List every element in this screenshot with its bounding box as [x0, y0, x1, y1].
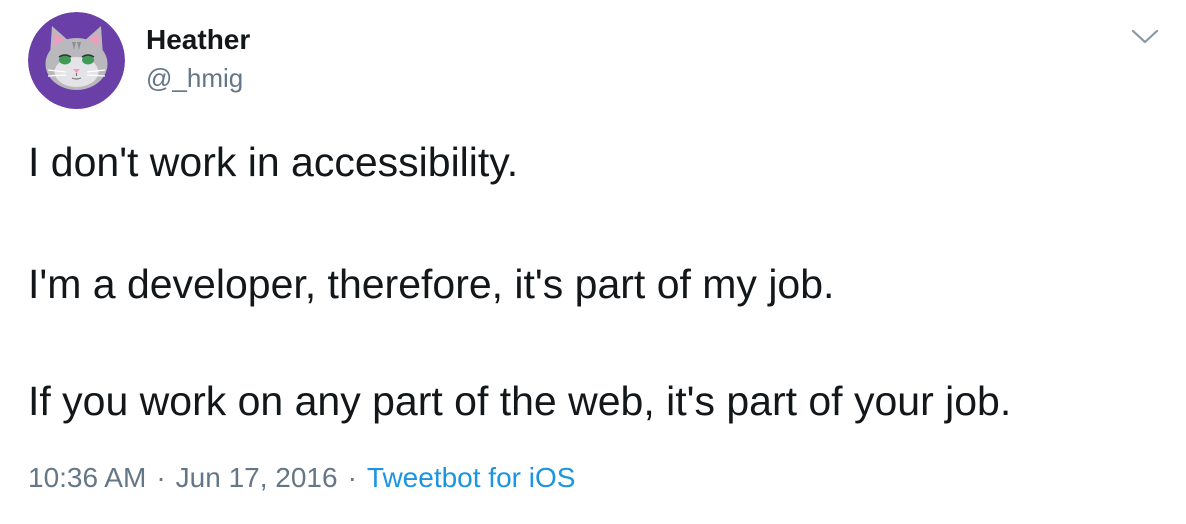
tweet-text-line: I'm a developer, therefore, it's part of… — [28, 261, 835, 307]
tweet-text-line: I don't work in accessibility. — [28, 139, 519, 185]
tweet-meta: 10:36 AM · Jun 17, 2016 · Tweetbot for iOS — [28, 462, 575, 494]
avatar[interactable] — [28, 12, 125, 109]
cat-avatar-icon — [28, 12, 125, 109]
tweet-date[interactable]: Jun 17, 2016 — [176, 462, 338, 493]
display-name[interactable]: Heather — [146, 24, 250, 56]
user-handle[interactable]: @_hmig — [146, 63, 243, 94]
chevron-down-icon[interactable] — [1128, 26, 1162, 48]
meta-separator: · — [347, 462, 357, 493]
tweet-source-link[interactable]: Tweetbot for iOS — [367, 462, 576, 493]
tweet-card: Heather @_hmig I don't work in accessibi… — [0, 0, 1186, 524]
tweet-time[interactable]: 10:36 AM — [28, 462, 146, 493]
tweet-text-line: If you work on any part of the web, it's… — [28, 378, 1012, 424]
meta-separator: · — [156, 462, 166, 493]
